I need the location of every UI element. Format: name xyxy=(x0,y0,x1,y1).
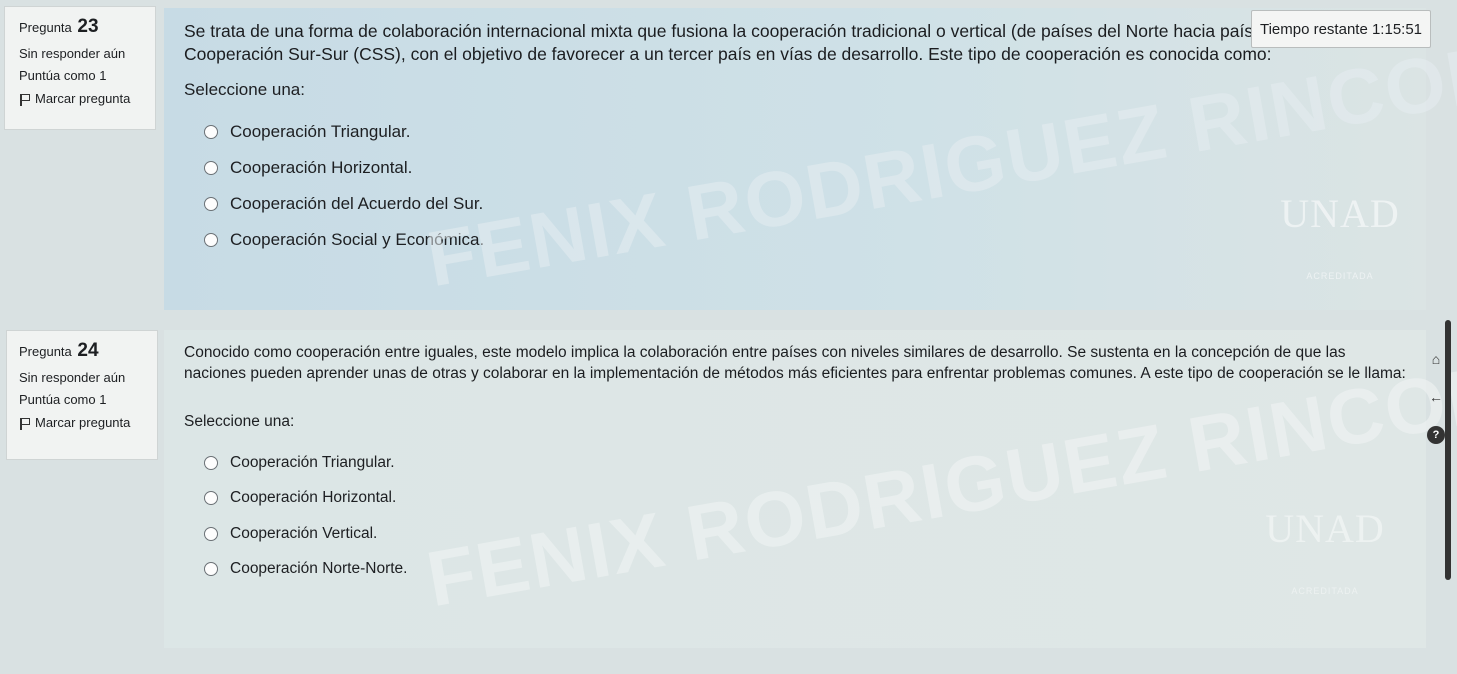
answer-label: Cooperación Horizontal. xyxy=(230,157,413,177)
question-info: Pregunta 23 Sin responder aún Puntúa com… xyxy=(4,6,156,130)
question-status: Sin responder aún xyxy=(19,369,126,385)
flag-question-label: Marcar pregunta xyxy=(35,415,131,431)
answer-option-d[interactable]: Cooperación Social y Económica. xyxy=(204,222,1406,258)
question-text: Se trata de una forma de colaboración in… xyxy=(184,21,1390,64)
answer-option-c[interactable]: Cooperación Vertical. xyxy=(204,516,1406,552)
answer-option-b[interactable]: Cooperación Horizontal. xyxy=(204,150,1406,186)
answer-option-c[interactable]: Cooperación del Acuerdo del Sur. xyxy=(204,186,1406,222)
answer-list: Cooperación Triangular. Cooperación Hori… xyxy=(204,114,1406,258)
unad-logo: UNAD ACREDITADA xyxy=(1270,190,1410,281)
answer-option-a[interactable]: Cooperación Triangular. xyxy=(204,445,1406,481)
home-icon[interactable]: ⌂ xyxy=(1427,350,1445,368)
scrollbar[interactable] xyxy=(1445,320,1451,580)
logo-sub: ACREDITADA xyxy=(1306,271,1374,281)
arrow-left-icon[interactable]: ← xyxy=(1427,388,1445,406)
radio-button[interactable] xyxy=(204,491,218,505)
radio-button[interactable] xyxy=(204,196,218,211)
help-icon[interactable]: ? xyxy=(1427,426,1445,444)
logo-mark: UNAD xyxy=(1265,506,1385,551)
question-content: Se trata de una forma de colaboración in… xyxy=(164,8,1426,310)
radio-button[interactable] xyxy=(204,160,218,175)
question-number-value: 24 xyxy=(77,340,99,361)
flag-question-link[interactable]: Marcar pregunta xyxy=(19,414,130,433)
answer-option-a[interactable]: Cooperación Triangular. xyxy=(204,114,1406,150)
question-number-value: 23 xyxy=(77,16,99,37)
answer-label: Cooperación Social y Económica. xyxy=(230,229,485,249)
answer-option-b[interactable]: Cooperación Horizontal. xyxy=(204,480,1406,516)
question-number: Pregunta 24 xyxy=(19,337,151,365)
answer-label: Cooperación Norte-Norte. xyxy=(230,560,408,577)
question-content: Conocido como cooperación entre iguales,… xyxy=(164,330,1426,648)
question-number: Pregunta 23 xyxy=(19,13,149,41)
question-points: Puntúa como 1 xyxy=(19,392,107,408)
question-23: Pregunta 23 Sin responder aún Puntúa com… xyxy=(0,0,1457,318)
select-prompt: Seleccione una: xyxy=(184,79,305,99)
flag-question-label: Marcar pregunta xyxy=(35,91,131,107)
answer-list: Cooperación Triangular. Cooperación Hori… xyxy=(204,445,1406,587)
radio-button[interactable] xyxy=(204,124,218,139)
question-status: Sin responder aún xyxy=(19,45,126,61)
question-text: Conocido como cooperación entre iguales,… xyxy=(184,344,1406,383)
question-info: Pregunta 24 Sin responder aún Puntúa com… xyxy=(6,330,158,460)
question-label: Pregunta xyxy=(19,344,72,359)
radio-button[interactable] xyxy=(204,526,218,541)
question-label: Pregunta xyxy=(19,20,72,35)
time-remaining-label: Tiempo restante 1:15:51 xyxy=(1259,20,1423,38)
answer-label: Cooperación del Acuerdo del Sur. xyxy=(230,193,484,213)
flag-icon xyxy=(19,93,31,107)
logo-mark: UNAD xyxy=(1280,191,1400,236)
logo-sub: ACREDITADA xyxy=(1291,586,1359,596)
flag-question-link[interactable]: Marcar pregunta xyxy=(19,90,130,109)
question-24: Pregunta 24 Sin responder aún Puntúa com… xyxy=(0,318,1457,674)
radio-button[interactable] xyxy=(204,455,218,470)
answer-label: Cooperación Triangular. xyxy=(230,121,411,141)
answer-option-d[interactable]: Cooperación Norte-Norte. xyxy=(204,551,1406,587)
radio-button[interactable] xyxy=(204,232,218,247)
answer-label: Cooperación Triangular. xyxy=(230,453,395,471)
answer-label: Cooperación Horizontal. xyxy=(230,489,397,506)
radio-button[interactable] xyxy=(204,562,218,576)
time-remaining: Tiempo restante 1:15:51 xyxy=(1251,10,1431,48)
answer-label: Cooperación Vertical. xyxy=(230,524,378,542)
question-points: Puntúa como 1 xyxy=(19,68,107,84)
select-prompt: Seleccione una: xyxy=(184,412,295,430)
unad-logo: UNAD ACREDITADA xyxy=(1255,505,1395,596)
flag-icon xyxy=(19,417,31,431)
